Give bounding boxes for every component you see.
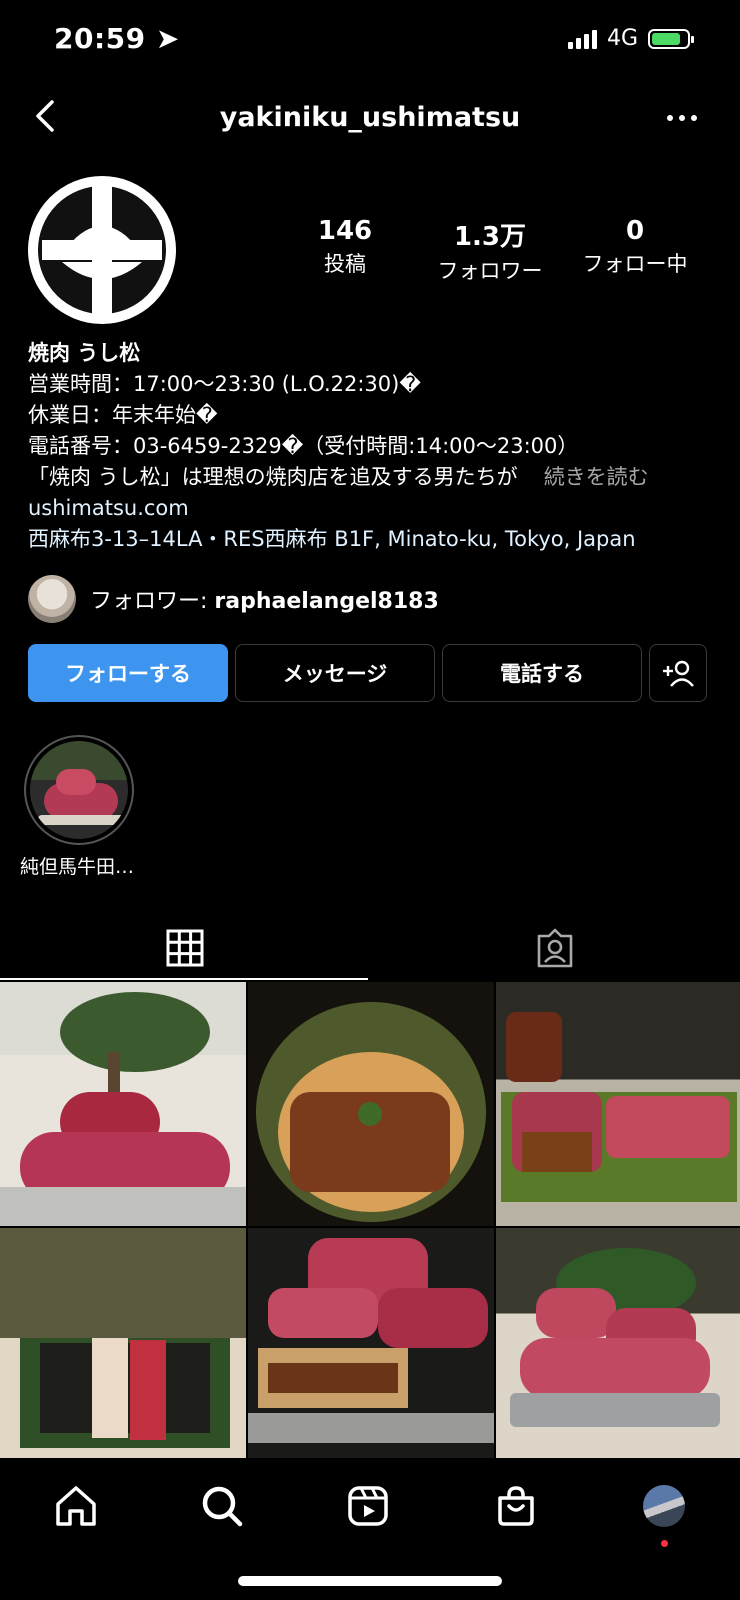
display-name: 焼肉 うし松 xyxy=(28,341,141,365)
website-link[interactable]: ushimatsu.com xyxy=(28,493,728,524)
post-thumbnail[interactable] xyxy=(0,1228,246,1472)
shop-icon xyxy=(498,1486,534,1526)
read-more-link[interactable]: 続きを読む xyxy=(544,465,649,489)
post-thumbnail[interactable] xyxy=(496,1228,740,1472)
followed-by[interactable]: フォロワー: raphaelangel8183 xyxy=(28,575,439,623)
grid-icon xyxy=(166,929,204,966)
nav-home[interactable] xyxy=(48,1478,104,1534)
address-link[interactable]: 西麻布3-13–14LA・RES西麻布 B1F, Minato-ku, Toky… xyxy=(28,524,728,555)
home-indicator xyxy=(238,1576,502,1586)
search-icon xyxy=(202,1486,243,1527)
status-indicators: 4G xyxy=(567,26,694,51)
active-tab-indicator xyxy=(0,978,368,980)
ushimatsu-logo xyxy=(30,178,174,322)
message-button[interactable]: メッセージ xyxy=(235,644,435,702)
nav-shop[interactable] xyxy=(488,1478,544,1534)
battery-icon xyxy=(648,28,694,49)
add-person-icon xyxy=(663,660,694,687)
following-stat[interactable]: 0 フォロー中 xyxy=(580,216,690,285)
action-buttons: フォローする メッセージ 電話する xyxy=(28,644,707,702)
reels-icon xyxy=(348,1486,388,1526)
post-grid xyxy=(0,982,740,1472)
profile-stats: 146 投稿 1.3万 フォロワー 0 フォロー中 xyxy=(290,216,690,285)
profile-avatar[interactable] xyxy=(28,176,176,324)
followers-stat[interactable]: 1.3万 フォロワー xyxy=(435,216,545,285)
nav-reels[interactable] xyxy=(340,1478,396,1534)
bio-hours: 営業時間：17:00～23:30 (L.O.22:30)� xyxy=(28,372,421,396)
follower-username: raphaelangel8183 xyxy=(214,589,439,614)
status-time: 20:59 ➤ xyxy=(54,22,180,55)
post-thumbnail[interactable] xyxy=(0,982,246,1226)
tab-grid[interactable] xyxy=(0,915,370,980)
signal-icon xyxy=(567,29,597,49)
highlight-thumbnail xyxy=(30,741,128,839)
post-thumbnail[interactable] xyxy=(496,982,740,1226)
profile-bio: 焼肉 うし松 営業時間：17:00～23:30 (L.O.22:30)� 休業日… xyxy=(28,338,728,555)
post-thumbnail[interactable] xyxy=(248,982,494,1226)
highlight-label: 純但馬牛田… xyxy=(20,856,135,878)
tagged-person-icon xyxy=(537,928,573,967)
post-thumbnail[interactable] xyxy=(248,1228,494,1472)
home-icon xyxy=(56,1486,96,1526)
story-highlight[interactable] xyxy=(24,735,134,845)
profile-avatar-icon xyxy=(643,1485,685,1527)
more-options-icon[interactable] xyxy=(662,108,702,128)
notification-dot xyxy=(661,1540,668,1547)
followed-by-prefix: フォロワー: xyxy=(90,589,215,614)
profile-username: yakiniku_ushimatsu xyxy=(219,102,521,133)
bio-description: 「焼肉 うし松」は理想の焼肉店を追及する男たちが 続きを読む xyxy=(28,465,649,489)
location-arrow-icon: ➤ xyxy=(155,22,180,55)
posts-stat[interactable]: 146 投稿 xyxy=(290,216,400,285)
nav-search[interactable] xyxy=(194,1478,250,1534)
follower-avatar xyxy=(28,575,76,623)
bio-holiday: 休業日：年末年始� xyxy=(28,403,218,427)
call-button[interactable]: 電話する xyxy=(442,644,642,702)
follow-button[interactable]: フォローする xyxy=(28,644,228,702)
network-type: 4G xyxy=(606,26,638,51)
tab-tagged[interactable] xyxy=(370,915,740,980)
nav-profile[interactable] xyxy=(636,1478,692,1534)
bio-phone: 電話番号：03-6459-2329�（受付時間:14:00～23:00） xyxy=(28,434,579,458)
suggested-users-button[interactable] xyxy=(649,644,707,702)
